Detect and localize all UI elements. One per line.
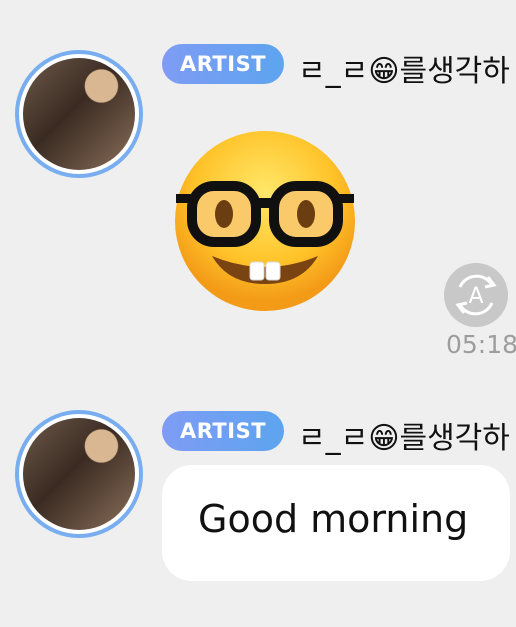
avatar-photo [23, 58, 135, 170]
avatar-photo [23, 418, 135, 530]
artist-badge: ARTIST [162, 44, 284, 84]
sender-name: ㄹ_ㄹ😁를생각하 [298, 54, 510, 89]
avatar[interactable] [15, 410, 143, 538]
translate-button[interactable]: A [444, 263, 508, 327]
translate-icon-letter: A [468, 284, 483, 309]
translate-icon: A [455, 274, 497, 316]
artist-badge: ARTIST [162, 411, 284, 451]
avatar[interactable] [15, 50, 143, 178]
timestamp: 05:18 [446, 330, 516, 359]
message-bubble[interactable]: Good morning [162, 465, 510, 581]
message-text: Good morning [198, 497, 469, 541]
sender-name: ㄹ_ㄹ😁를생각하 [298, 421, 510, 456]
nerd-face-emoji-icon [175, 131, 355, 311]
